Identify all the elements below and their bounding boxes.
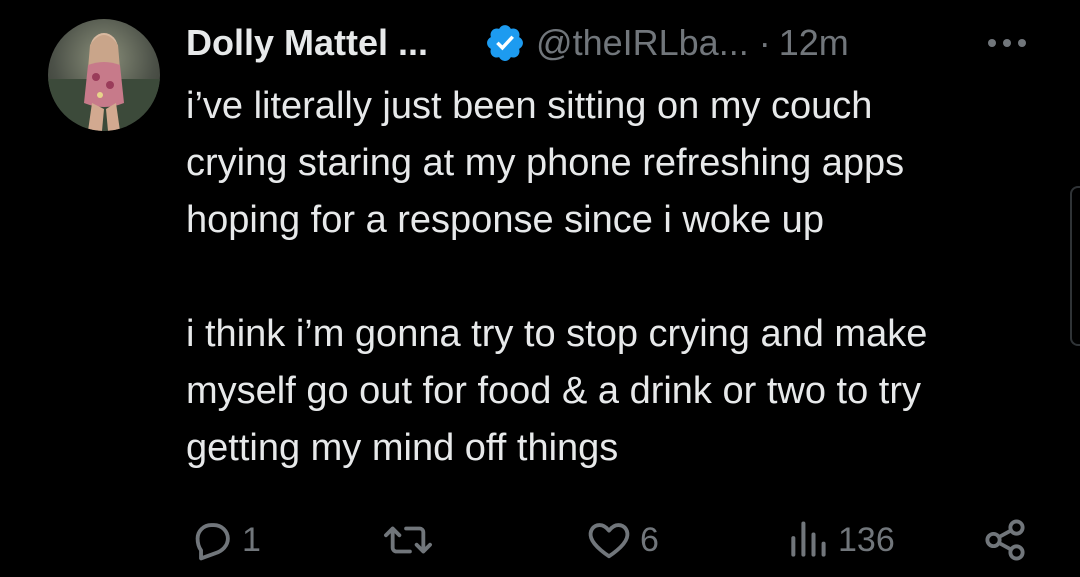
avatar[interactable] [48,19,160,131]
like-count: 6 [640,520,659,559]
tweet-paragraph: i think i’m gonna try to stop crying and… [186,313,928,469]
more-horizontal-icon[interactable] [986,36,1028,50]
heart-icon [588,523,630,559]
share-button[interactable] [982,515,1028,565]
tweet-paragraph: i’ve literally just been sitting on my c… [186,85,905,241]
tweet-actions: 1 6 136 [0,515,1080,565]
retweet-button[interactable] [383,515,441,565]
avatar-photo [48,33,160,131]
tweet-timestamp[interactable]: 12m [779,22,849,64]
author-handle[interactable]: @theIRLba... [536,22,749,64]
tweet-header: Dolly Mattel ... @theIRLba... · 12m [186,18,1036,68]
reply-count: 1 [242,520,261,559]
views-icon [791,521,826,557]
author-display-name[interactable]: Dolly Mattel ... [186,22,428,64]
reply-button[interactable]: 1 [188,515,261,565]
scrollbar-edge[interactable] [1070,186,1080,346]
like-button[interactable]: 6 [586,515,659,565]
views-button[interactable]: 136 [786,515,895,565]
reply-icon [195,523,230,561]
retweet-icon [384,526,432,554]
header-separator: · [758,22,771,63]
share-icon [985,519,1025,561]
tweet-text: i’ve literally just been sitting on my c… [186,78,1056,477]
views-count: 136 [838,520,895,559]
verified-badge-icon[interactable] [484,22,526,64]
